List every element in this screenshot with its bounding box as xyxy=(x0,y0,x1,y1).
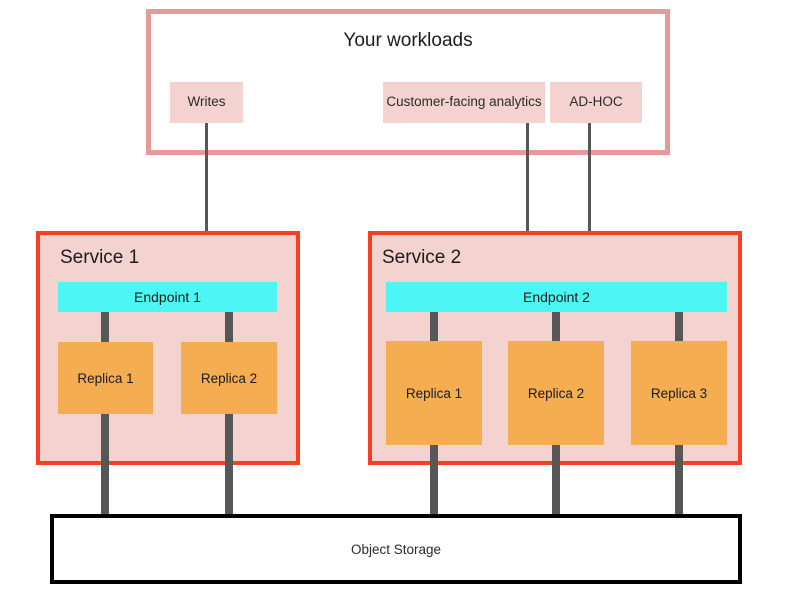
connector-endpoint-1-to-replica-2 xyxy=(225,312,233,344)
service-2-replica-3[interactable]: Replica 3 xyxy=(631,341,727,445)
service-1-replica-1[interactable]: Replica 1 xyxy=(58,342,153,414)
diagram-canvas: Your workloads Writes Customer-facing an… xyxy=(0,0,787,595)
connector-service-2-replica-1-to-storage xyxy=(430,445,438,516)
workload-chip-writes[interactable]: Writes xyxy=(170,82,243,123)
service-2-replica-1[interactable]: Replica 1 xyxy=(386,341,482,445)
object-storage-container: Object Storage xyxy=(50,514,742,584)
service-2-endpoint[interactable]: Endpoint 2 xyxy=(386,282,727,312)
workload-chip-customer-facing-analytics[interactable]: Customer-facing analytics xyxy=(383,82,545,123)
connector-endpoint-2-to-replica-2 xyxy=(552,312,560,342)
service-1-endpoint[interactable]: Endpoint 1 xyxy=(58,282,277,312)
connector-endpoint-2-to-replica-3 xyxy=(675,312,683,342)
service-1-label: Service 1 xyxy=(60,247,140,268)
connector-service-2-replica-3-to-storage xyxy=(675,445,683,516)
connector-service-1-replica-2-to-storage xyxy=(225,414,233,516)
workload-chip-ad-hoc[interactable]: AD-HOC xyxy=(550,82,642,123)
service-1-replica-2[interactable]: Replica 2 xyxy=(181,342,277,414)
connector-endpoint-2-to-replica-1 xyxy=(430,312,438,342)
connector-service-2-replica-2-to-storage xyxy=(552,445,560,516)
service-2-label: Service 2 xyxy=(382,247,462,268)
connector-endpoint-1-to-replica-1 xyxy=(101,312,109,344)
service-2-replica-2[interactable]: Replica 2 xyxy=(508,341,604,445)
workloads-title: Your workloads xyxy=(343,30,473,51)
connector-service-1-replica-1-to-storage xyxy=(101,414,109,516)
